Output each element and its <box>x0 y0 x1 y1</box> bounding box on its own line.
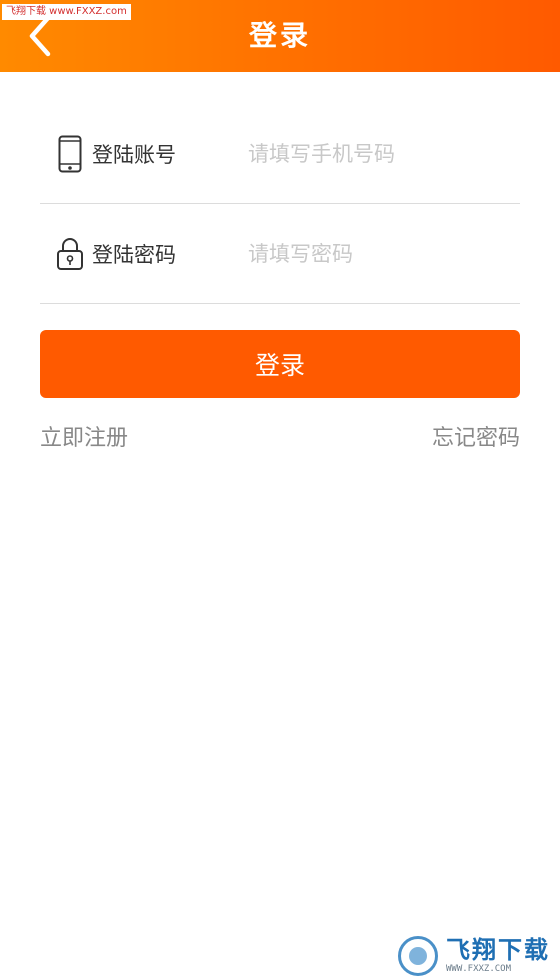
password-input[interactable] <box>232 233 520 274</box>
password-label: 登陆密码 <box>92 242 176 267</box>
watermark-top: 飞翔下载 www.FXXZ.com <box>2 4 131 20</box>
password-row: 登陆密码 <box>40 204 520 304</box>
account-row: 登陆账号 <box>40 104 520 204</box>
watermark-brand: 飞翔下载 <box>446 936 550 964</box>
brand-logo-icon <box>398 936 438 976</box>
phone-icon <box>54 134 86 174</box>
login-button[interactable]: 登录 <box>40 330 520 398</box>
lock-icon <box>54 234 86 274</box>
register-link[interactable]: 立即注册 <box>40 420 128 452</box>
app-header: 登录 飞翔下载 www.FXXZ.com <box>0 0 560 72</box>
account-label: 登陆账号 <box>92 142 176 167</box>
watermark-logo: 飞翔下载 WWW.FXXZ.COM <box>394 932 560 980</box>
watermark-url: WWW.FXXZ.COM <box>446 964 512 974</box>
account-input[interactable] <box>232 133 520 174</box>
forgot-password-link[interactable]: 忘记密码 <box>432 420 520 452</box>
